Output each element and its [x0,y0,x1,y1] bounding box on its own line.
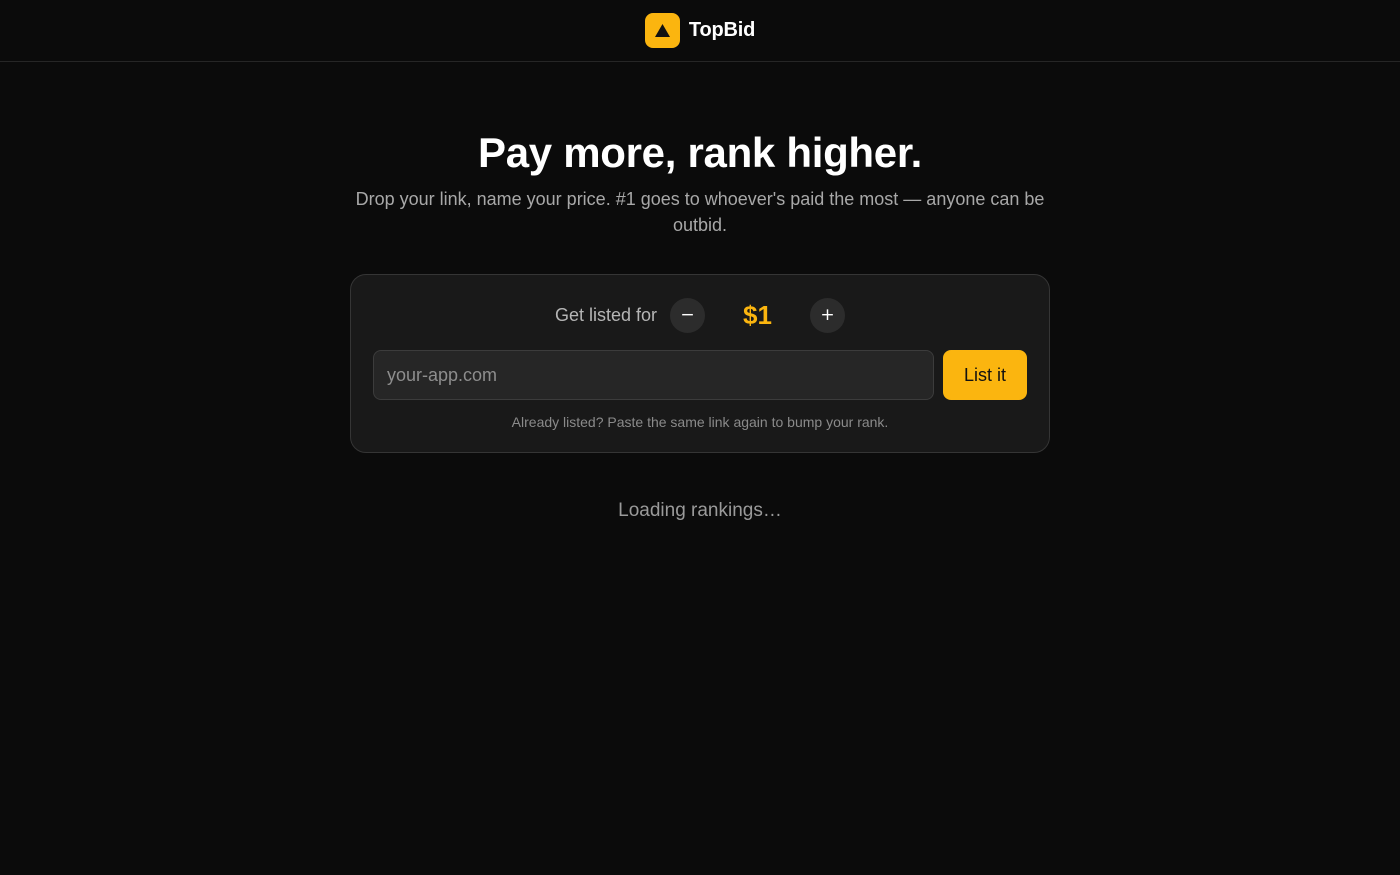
price-value: $1 [743,299,772,330]
price-label: Get listed for [554,304,658,325]
hero: Pay more, rank higher. Drop your link, n… [0,129,1400,238]
url-input-row: List it [373,350,1027,400]
url-input[interactable] [373,350,934,400]
logo[interactable] [644,13,680,48]
page-subtitle: Drop your link, name your price. #1 goes… [355,189,1045,235]
rankings-loading-status: Loading rankings… [618,500,782,521]
brand-name[interactable]: TopBid [689,19,755,42]
increment-price-button[interactable]: + [810,297,846,333]
price-selector: Get listed for − $1 + [373,297,1027,333]
decrement-price-button[interactable]: − [670,297,706,333]
top-bar: TopBid [0,0,1400,62]
list-it-button[interactable]: List it [943,350,1027,400]
triangle-up-icon [654,24,670,37]
bump-rank-hint: Already listed? Paste the same link agai… [511,414,889,430]
listing-card: Get listed for − $1 + List it Already li… [350,274,1050,453]
page-title: Pay more, rank higher. [478,129,922,176]
